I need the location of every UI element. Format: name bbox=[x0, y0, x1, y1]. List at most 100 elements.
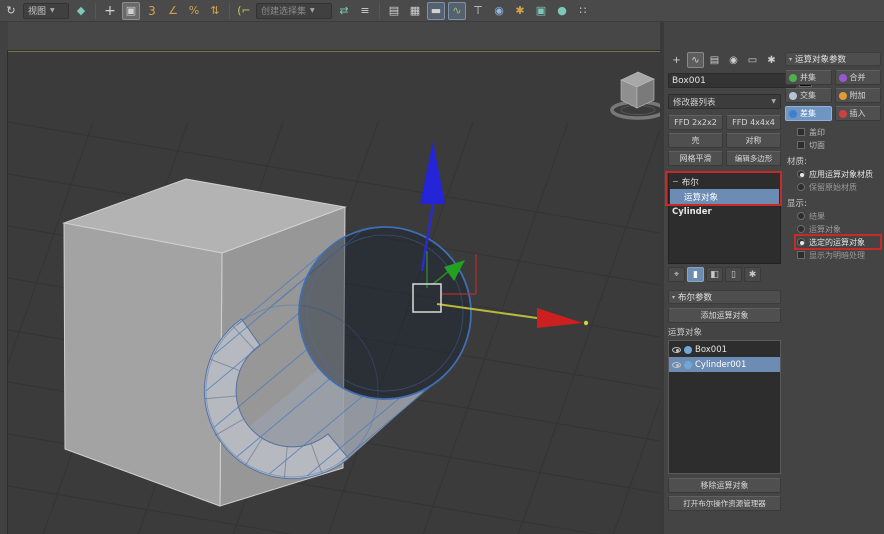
configure-modifier-sets-icon[interactable]: ✱ bbox=[744, 267, 761, 282]
display-as-shaded-checkbox[interactable] bbox=[797, 251, 805, 259]
spinner-snap-icon[interactable]: ⇅ bbox=[206, 2, 224, 20]
rollout-operand-params[interactable]: ▾ 运算对象参数 bbox=[785, 52, 881, 66]
insert-icon bbox=[838, 109, 847, 118]
align-icon[interactable]: ≡ bbox=[356, 2, 374, 20]
subtract-button[interactable]: 差集 bbox=[785, 106, 832, 121]
scene-explorer-icon[interactable]: ▦ bbox=[406, 2, 424, 20]
named-selection-set-dropdown[interactable]: 创建选择集 ▼ bbox=[256, 2, 332, 19]
keyboard-override-icon[interactable]: (⌐ bbox=[235, 2, 253, 20]
union-icon bbox=[789, 73, 797, 82]
modifier-button-ffd2x2x2[interactable]: FFD 2x2x2 bbox=[668, 115, 723, 130]
schematic-view-icon[interactable]: ⊤ bbox=[469, 2, 487, 20]
z-axis-arrow[interactable] bbox=[420, 141, 445, 204]
tab-utilities[interactable]: ✱ bbox=[763, 52, 780, 68]
tab-hierarchy[interactable]: ▤ bbox=[706, 52, 723, 68]
display-selected-operands-radio-row[interactable]: 选定的运算对象 bbox=[794, 234, 882, 250]
snap-toggle-3d-icon[interactable]: 3 bbox=[143, 2, 161, 20]
operand-row-box001[interactable]: Box001 bbox=[669, 342, 780, 357]
visibility-eye-icon[interactable] bbox=[672, 346, 681, 353]
expander-icon[interactable]: − bbox=[672, 177, 679, 186]
layer-manager-icon[interactable]: ▤ bbox=[385, 2, 403, 20]
display-result-radio[interactable] bbox=[797, 212, 805, 220]
select-and-move-icon[interactable]: + bbox=[101, 2, 119, 20]
main-toolbar: ↻ 视图 ▼ ◆ + ▣ 3 ∠ % ⇅ (⌐ 创建选择集 ▼ ⇄ ≡ ▤ ▦ … bbox=[0, 0, 884, 22]
percent-snap-icon[interactable]: % bbox=[185, 2, 203, 20]
retain-original-material-radio-row[interactable]: 保留原始材质 bbox=[797, 181, 881, 193]
make-unique-icon[interactable]: ◧ bbox=[706, 267, 723, 282]
cookie-checkbox-row[interactable]: 切面 bbox=[797, 139, 881, 151]
remove-modifier-icon[interactable]: ▯ bbox=[725, 267, 742, 282]
modifier-button-editpoly[interactable]: 编辑多边形 bbox=[726, 151, 781, 166]
merge-label: 合并 bbox=[849, 73, 866, 82]
display-as-shaded-checkbox-row[interactable]: 显示为明暗处理 bbox=[797, 249, 881, 261]
apply-operand-material-radio[interactable] bbox=[797, 170, 805, 178]
apply-operand-material-radio-row[interactable]: 应用运算对象材质 bbox=[797, 168, 881, 180]
rollout-title: 布尔参数 bbox=[678, 293, 713, 303]
display-group-label: 显示: bbox=[787, 199, 807, 209]
command-panel-tabs: + ∿ ▤ ◉ ▭ ✱ bbox=[668, 52, 781, 68]
perspective-viewport[interactable] bbox=[7, 50, 661, 534]
display-result-radio-row[interactable]: 结果 bbox=[797, 210, 881, 222]
toolbar-separator bbox=[229, 2, 230, 19]
retain-original-material-radio[interactable] bbox=[797, 183, 805, 191]
mirror-icon[interactable]: ⇄ bbox=[335, 2, 353, 20]
union-button[interactable]: 并集 bbox=[785, 70, 832, 85]
intersect-button[interactable]: 交集 bbox=[785, 88, 832, 103]
operand-row-cylinder001[interactable]: Cylinder001 bbox=[669, 357, 780, 372]
rendered-frame-window-icon[interactable]: ▣ bbox=[532, 2, 550, 20]
tab-motion[interactable]: ◉ bbox=[725, 52, 742, 68]
stack-row-boolean[interactable]: − 布尔 bbox=[669, 174, 780, 189]
cookie-label: 切面 bbox=[809, 140, 825, 150]
rollout-boolean-params[interactable]: ▾ 布尔参数 bbox=[668, 290, 781, 304]
apply-operand-material-label: 应用运算对象材质 bbox=[809, 169, 873, 179]
tab-display[interactable]: ▭ bbox=[744, 52, 761, 68]
viewport-layout-icon[interactable]: ∷ bbox=[574, 2, 592, 20]
display-operands-radio-row[interactable]: 运算对象 bbox=[797, 223, 881, 235]
modifier-button-symmetry[interactable]: 对称 bbox=[726, 133, 781, 148]
modifier-button-shell[interactable]: 壳 bbox=[668, 133, 723, 148]
display-selected-operands-radio[interactable] bbox=[797, 238, 805, 246]
reference-coordinate-dropdown[interactable]: 视图 ▼ bbox=[23, 2, 69, 19]
viewcube[interactable] bbox=[610, 71, 660, 120]
attach-label: 附加 bbox=[849, 91, 866, 100]
intersect-label: 交集 bbox=[800, 91, 816, 100]
render-production-icon[interactable]: ● bbox=[553, 2, 571, 20]
visibility-eye-icon[interactable] bbox=[672, 361, 681, 368]
curve-editor-icon[interactable]: ∿ bbox=[448, 1, 466, 20]
stack-row-operands[interactable]: 运算对象 bbox=[670, 189, 779, 204]
operand-list: Box001 Cylinder001 bbox=[668, 340, 781, 474]
open-boolean-explorer-button[interactable]: 打开布尔操作资源管理器 bbox=[668, 496, 781, 511]
imprint-checkbox-row[interactable]: 盖印 bbox=[797, 126, 881, 138]
remove-operand-button[interactable]: 移除运算对象 bbox=[668, 478, 781, 493]
angle-snap-icon[interactable]: ∠ bbox=[164, 2, 182, 20]
render-setup-icon[interactable]: ✱ bbox=[511, 2, 529, 20]
material-editor-icon[interactable]: ◉ bbox=[490, 2, 508, 20]
show-end-result-icon[interactable]: ▮ bbox=[687, 267, 704, 282]
add-operands-button[interactable]: 添加运算对象 bbox=[668, 308, 781, 323]
select-and-rotate-icon[interactable]: ↻ bbox=[2, 2, 20, 20]
ribbon-toggle-icon[interactable]: ▬ bbox=[427, 1, 445, 20]
object-sphere-icon bbox=[684, 345, 692, 354]
3dsmax-window: ↻ 视图 ▼ ◆ + ▣ 3 ∠ % ⇅ (⌐ 创建选择集 ▼ ⇄ ≡ ▤ ▦ … bbox=[0, 0, 884, 534]
tab-modify[interactable]: ∿ bbox=[687, 52, 704, 68]
use-center-icon[interactable]: ◆ bbox=[72, 2, 90, 20]
attach-button[interactable]: 附加 bbox=[834, 88, 881, 103]
intersect-icon bbox=[789, 91, 797, 100]
insert-button[interactable]: 插入 bbox=[834, 106, 881, 121]
select-and-manipulate-icon[interactable]: ▣ bbox=[122, 1, 140, 20]
display-operands-radio[interactable] bbox=[797, 225, 805, 233]
tab-create[interactable]: + bbox=[668, 52, 685, 68]
cookie-checkbox[interactable] bbox=[797, 141, 805, 149]
display-selected-operands-label: 选定的运算对象 bbox=[809, 237, 865, 247]
modifier-button-ffd4x4x4[interactable]: FFD 4x4x4 bbox=[726, 115, 781, 130]
merge-icon bbox=[838, 73, 847, 82]
x-axis-arrow[interactable] bbox=[537, 308, 583, 328]
modifier-list-dropdown[interactable]: 修改器列表 ▼ bbox=[668, 94, 781, 109]
modifier-button-meshsmooth[interactable]: 网格平滑 bbox=[668, 151, 723, 166]
merge-button[interactable]: 合并 bbox=[834, 70, 881, 85]
object-sphere-icon bbox=[684, 360, 692, 369]
object-name-field[interactable] bbox=[668, 73, 796, 88]
pin-stack-icon[interactable]: ⌖ bbox=[668, 267, 685, 282]
imprint-checkbox[interactable] bbox=[797, 128, 805, 136]
stack-row-cylinder[interactable]: Cylinder bbox=[669, 204, 780, 219]
